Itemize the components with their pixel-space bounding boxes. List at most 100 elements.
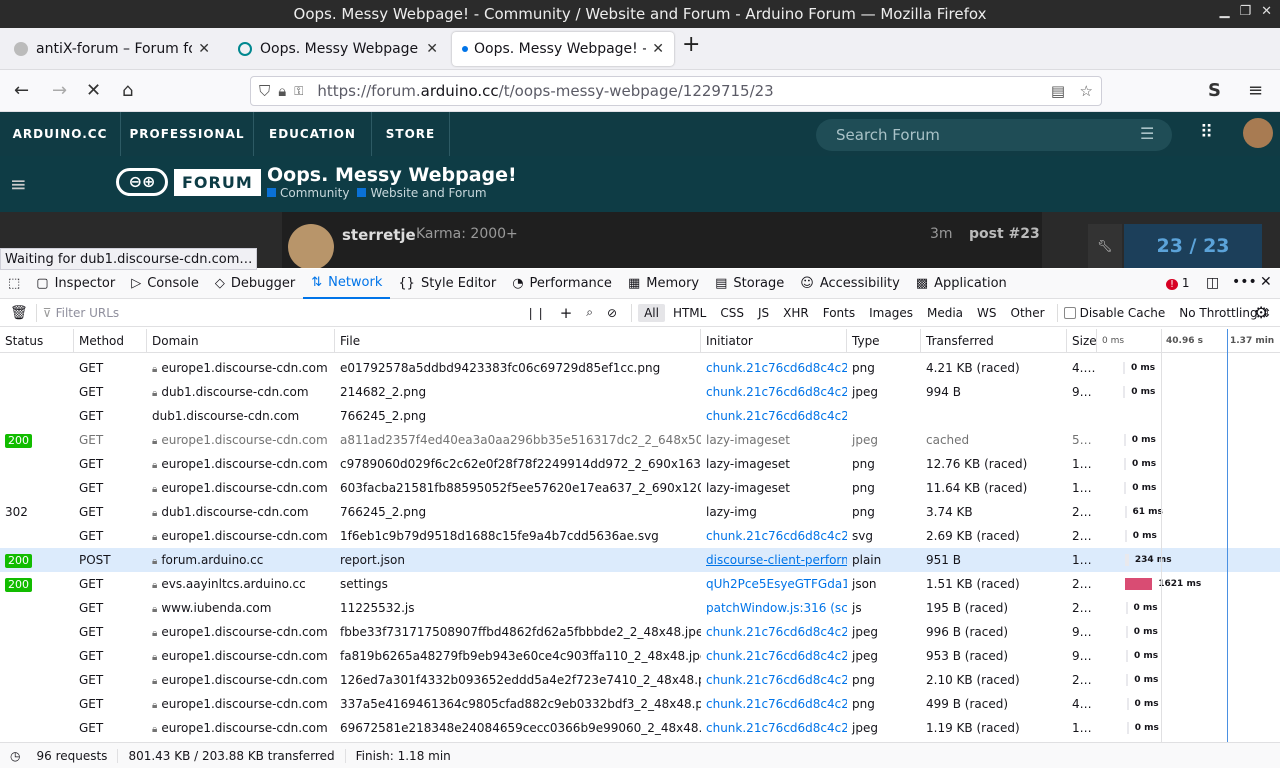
col-timeline[interactable]: 0 ms 40.96 s 1.37 min [1097, 329, 1280, 353]
cell-initiator[interactable]: chunk.21c76cd6d8c4c21… [701, 620, 847, 644]
table-row[interactable]: GET 🔒︎ europe1.discourse-cdn.com 337a5e4169… [0, 692, 1280, 716]
table-row[interactable]: 200 POST 🔒︎ forum.arduino.cc report.json disc… [0, 548, 1280, 572]
tab-style-editor[interactable]: {} Style Editor [390, 269, 504, 299]
tab-accessibility[interactable]: ☺ Accessibility [792, 269, 908, 299]
nav-professional[interactable]: PROFESSIONAL [121, 112, 254, 156]
lock-icon[interactable]: 🔒︎ [278, 82, 286, 100]
col-domain[interactable]: Domain [147, 329, 335, 353]
cell-initiator[interactable]: chunk.21c76cd6d8c4c21… [701, 356, 847, 380]
cell-initiator[interactable]: chunk.21c76cd6d8c4c21… [701, 644, 847, 668]
tab-console[interactable]: ▷ Console [123, 269, 207, 299]
table-row[interactable]: 302 GET 🔒︎ dub1.discourse-cdn.com 766245_2.p… [0, 500, 1280, 524]
more-options-icon[interactable]: ••• [1232, 274, 1257, 290]
pause-icon[interactable]: ❘❘ [526, 306, 546, 320]
post-number[interactable]: post #23 [969, 226, 1040, 242]
cell-initiator[interactable]: chunk.21c76cd6d8c4c21… [701, 404, 847, 428]
forum-search-input[interactable]: Search Forum [816, 119, 1172, 151]
cell-initiator[interactable]: chunk.21c76cd6d8c4c21… [701, 524, 847, 548]
cell-initiator[interactable]: discourse-client-perform… [701, 548, 847, 572]
filter-css[interactable]: CSS [714, 304, 750, 322]
cell-initiator[interactable]: chunk.21c76cd6d8c4c21… [701, 380, 847, 404]
user-avatar[interactable] [288, 224, 334, 268]
table-row[interactable]: GET 🔒︎ dub1.discourse-cdn.com 214682_2.png c… [0, 380, 1280, 404]
tab-performance[interactable]: ◔ Performance [504, 269, 620, 299]
cell-initiator[interactable]: qUh2Pce5EsyeGTFGda1… [701, 572, 847, 596]
cell-initiator[interactable]: lazy-imageset [701, 428, 847, 452]
nav-arduino-cc[interactable]: ARDUINO.CC [0, 112, 121, 156]
tab-network[interactable]: ⇅ Network [303, 269, 391, 299]
table-row[interactable]: GET 🔒︎ www.iubenda.com 11225532.js patchWind… [0, 596, 1280, 620]
filter-fonts[interactable]: Fonts [817, 304, 861, 322]
shield-icon[interactable]: ⛉ [259, 82, 270, 100]
filter-urls-input[interactable]: Filter URLs [56, 306, 526, 320]
tab-inspector[interactable]: ▢ Inspector [28, 269, 123, 299]
cell-initiator[interactable]: chunk.21c76cd6d8c4c21… [701, 716, 847, 740]
tab-debugger[interactable]: ◇ Debugger [207, 269, 303, 299]
maximize-icon[interactable]: ❐ [1239, 4, 1251, 19]
new-tab-icon[interactable]: + [682, 32, 700, 57]
table-row[interactable]: GET 🔒︎ europe1.discourse-cdn.com 69672581e2… [0, 716, 1280, 740]
table-row[interactable]: 200 GET 🔒︎ evs.aayinltcs.arduino.cc settings… [0, 572, 1280, 596]
col-initiator[interactable]: Initiator [701, 329, 847, 353]
table-row[interactable]: 200 GET 🔒︎ europe1.discourse-cdn.com a811ad2… [0, 428, 1280, 452]
disable-cache-checkbox[interactable] [1063, 306, 1076, 319]
table-row[interactable]: GET 🔒︎ europe1.discourse-cdn.com c9789060d0… [0, 452, 1280, 476]
filter-other[interactable]: Other [1005, 304, 1051, 322]
tab-application[interactable]: ▩ Application [908, 269, 1015, 299]
cell-initiator[interactable]: chunk.21c76cd6d8c4c21… [701, 668, 847, 692]
table-row[interactable]: GET 🔒︎ europe1.discourse-cdn.com 603facba21… [0, 476, 1280, 500]
filter-js[interactable]: JS [752, 304, 775, 322]
col-method[interactable]: Method [74, 329, 147, 353]
add-request-icon[interactable]: + [560, 304, 573, 322]
stop-icon[interactable]: ✕ [86, 80, 101, 101]
col-type[interactable]: Type [847, 329, 921, 353]
sync-icon[interactable]: S [1208, 80, 1221, 101]
cell-initiator[interactable]: lazy-imageset [701, 476, 847, 500]
filter-images[interactable]: Images [863, 304, 919, 322]
hamburger-icon[interactable]: ≡ [10, 172, 27, 196]
home-icon[interactable]: ⌂ [122, 80, 133, 101]
back-icon[interactable]: ← [14, 80, 29, 101]
crumb-community[interactable]: Community [267, 186, 349, 200]
cell-initiator[interactable]: patchWindow.js:316 (scri… [701, 596, 847, 620]
menu-icon[interactable]: ≡ [1248, 80, 1263, 101]
settings-gear-icon[interactable]: ⚙ [1254, 303, 1268, 322]
page-title[interactable]: Oops. Messy Webpage! [267, 164, 517, 186]
block-icon[interactable]: ⊘ [607, 306, 617, 320]
table-row[interactable]: GET dub1.discourse-cdn.com 766245_2.png chu… [0, 404, 1280, 428]
filter-xhr[interactable]: XHR [777, 304, 815, 322]
reader-view-icon[interactable]: ▤ [1051, 82, 1065, 100]
forward-icon[interactable]: → [52, 80, 67, 101]
trash-icon[interactable]: 🗑︎ [10, 305, 28, 321]
cell-initiator[interactable]: chunk.21c76cd6d8c4c21… [701, 692, 847, 716]
close-tab-icon[interactable]: ✕ [652, 41, 664, 57]
filter-html[interactable]: HTML [667, 304, 712, 322]
tab-storage[interactable]: ▤ Storage [707, 269, 792, 299]
error-count-badge[interactable]: ! 1 [1166, 276, 1189, 290]
table-row[interactable]: GET 🔒︎ europe1.discourse-cdn.com fa819b6265… [0, 644, 1280, 668]
close-tab-icon[interactable]: ✕ [198, 41, 210, 57]
dock-icon[interactable]: ◫ [1206, 275, 1219, 291]
close-window-icon[interactable]: ✕ [1261, 4, 1272, 19]
cell-initiator[interactable]: lazy-imageset [701, 452, 847, 476]
filter-media[interactable]: Media [921, 304, 969, 322]
col-transferred[interactable]: Transferred [921, 329, 1067, 353]
cell-initiator[interactable]: lazy-img [701, 500, 847, 524]
search-icon[interactable]: ⌕ [586, 305, 593, 320]
wrench-icon[interactable]: 🔧︎ [1088, 224, 1122, 268]
close-devtools-icon[interactable]: ✕ [1260, 274, 1272, 290]
permissions-icon[interactable]: ⚿ [294, 84, 303, 99]
bookmark-star-icon[interactable]: ☆ [1080, 82, 1093, 100]
nav-store[interactable]: STORE [372, 112, 450, 156]
col-size[interactable]: Size [1067, 329, 1097, 353]
tab-arduino-active[interactable]: Oops. Messy Webpage! - C ✕ [452, 32, 674, 66]
tab-arduino-1[interactable]: Oops. Messy Webpage! - C ✕ [228, 32, 448, 66]
table-row[interactable]: GET 🔒︎ europe1.discourse-cdn.com fbbe33f731… [0, 620, 1280, 644]
apps-grid-icon[interactable]: ⠿ [1200, 122, 1213, 143]
table-row[interactable]: GET 🔒︎ europe1.discourse-cdn.com 126ed7a301… [0, 668, 1280, 692]
filter-icon[interactable]: ☰ [1140, 124, 1154, 143]
minimize-icon[interactable]: ▁ [1219, 4, 1229, 19]
url-bar[interactable]: ⛉ 🔒︎ ⚿ https://forum. arduino.cc/t/oops-m… [250, 76, 1102, 106]
table-row[interactable]: GET 🔒︎ europe1.discourse-cdn.com e01792578a… [0, 356, 1280, 380]
pick-element-icon[interactable]: ⬚ [0, 269, 28, 299]
